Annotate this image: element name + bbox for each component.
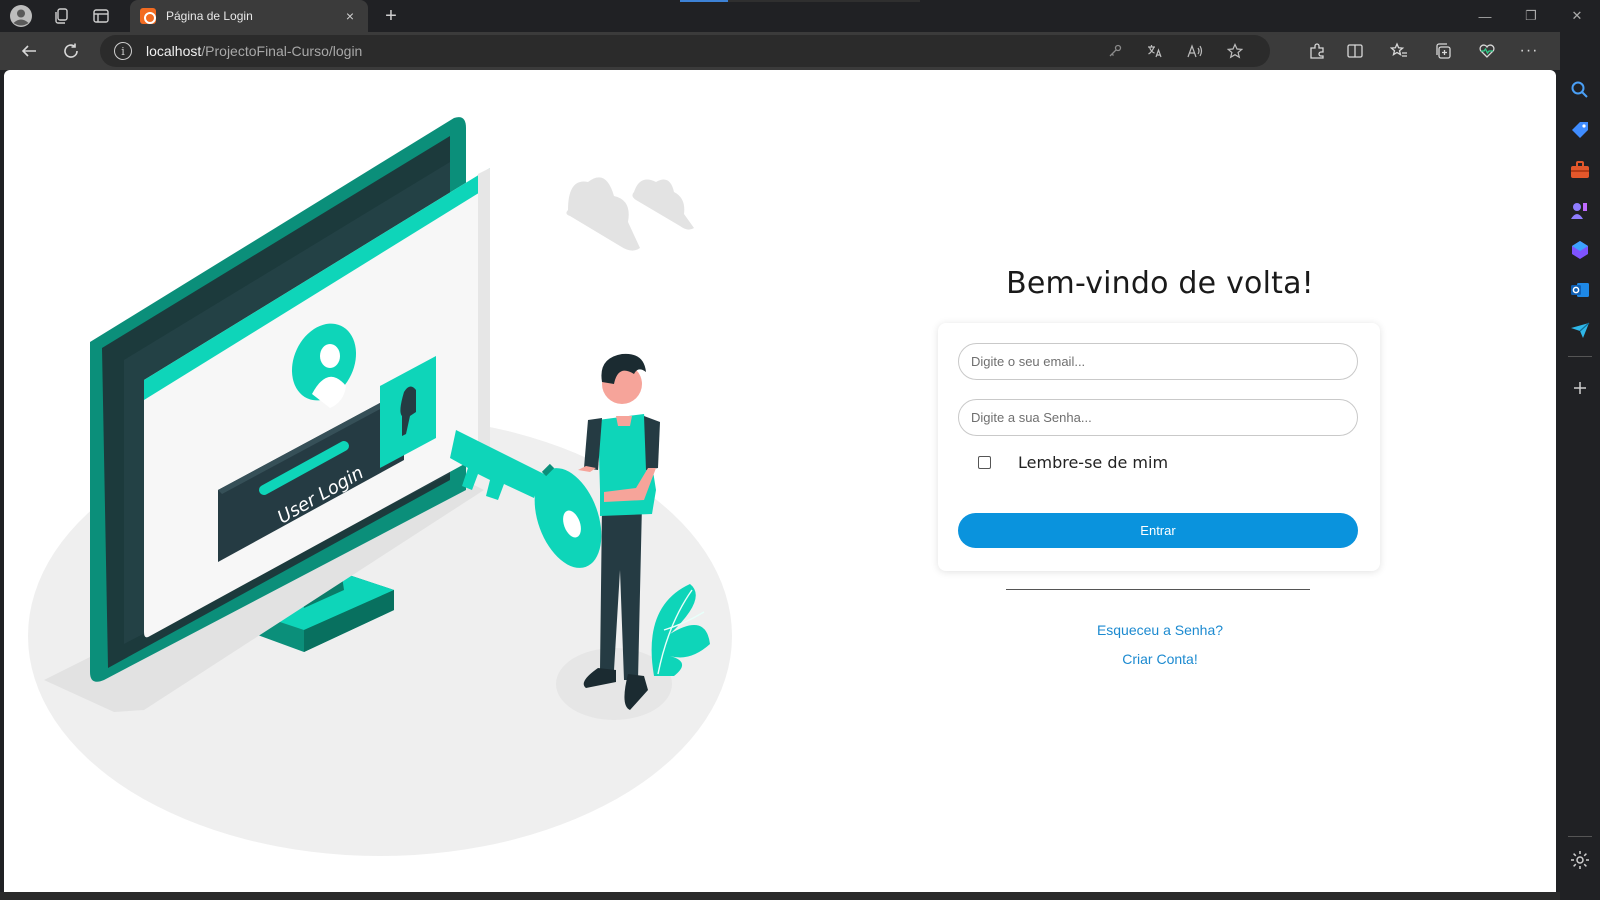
profile-button[interactable] bbox=[6, 4, 36, 28]
performance-icon bbox=[1479, 44, 1495, 58]
settings-icon[interactable] bbox=[1568, 848, 1592, 872]
close-window-button[interactable]: ✕ bbox=[1554, 0, 1600, 32]
read-aloud-icon[interactable] bbox=[1182, 40, 1208, 62]
tab-close-button[interactable]: × bbox=[342, 8, 358, 24]
games-icon[interactable] bbox=[1568, 198, 1592, 222]
minimize-button[interactable]: — bbox=[1462, 0, 1508, 32]
back-button[interactable] bbox=[14, 37, 44, 65]
extensions-button[interactable] bbox=[1302, 37, 1332, 65]
tab-title: Página de Login bbox=[166, 9, 253, 23]
form-divider bbox=[1006, 589, 1310, 590]
favorite-star-icon[interactable] bbox=[1222, 40, 1248, 62]
remember-me-label[interactable]: Lembre-se de mim bbox=[1018, 453, 1168, 472]
vertical-tabs-button[interactable] bbox=[86, 4, 116, 28]
vertical-tabs-icon bbox=[93, 9, 109, 23]
create-account-link[interactable]: Criar Conta! bbox=[944, 651, 1376, 667]
office-icon[interactable] bbox=[1568, 238, 1592, 262]
more-icon: ··· bbox=[1519, 42, 1539, 59]
address-bar[interactable]: i localhost/ProjectoFinal-Curso/login bbox=[100, 35, 1270, 67]
restore-button[interactable]: ❐ bbox=[1508, 0, 1554, 32]
new-tab-button[interactable]: + bbox=[378, 3, 404, 29]
workspaces-icon bbox=[55, 8, 68, 24]
login-submit-button[interactable]: Entrar bbox=[958, 513, 1358, 548]
sidebar-separator bbox=[1568, 356, 1592, 357]
key-icon[interactable] bbox=[1102, 40, 1128, 62]
favorites-button[interactable] bbox=[1384, 37, 1414, 65]
collections-icon bbox=[1436, 43, 1451, 59]
performance-button[interactable] bbox=[1472, 37, 1502, 65]
tab-strip: Página de Login × + — ❐ ✕ bbox=[0, 0, 1600, 32]
login-form-card: Lembre-se de mim Entrar bbox=[938, 323, 1380, 571]
search-icon[interactable] bbox=[1568, 78, 1592, 102]
site-info-icon[interactable]: i bbox=[114, 42, 132, 60]
remember-me-checkbox[interactable] bbox=[978, 456, 991, 469]
remember-me-row: Lembre-se de mim bbox=[978, 453, 1168, 472]
favorites-icon bbox=[1390, 42, 1407, 57]
refresh-icon bbox=[64, 43, 78, 58]
refresh-button[interactable] bbox=[56, 37, 86, 65]
split-screen-icon bbox=[1347, 44, 1363, 58]
email-field[interactable] bbox=[958, 343, 1358, 380]
forgot-password-link[interactable]: Esqueceu a Senha? bbox=[944, 622, 1376, 638]
address-path: /ProjectoFinal-Curso/login bbox=[201, 43, 363, 59]
collections-button[interactable] bbox=[1428, 37, 1458, 65]
send-icon[interactable] bbox=[1568, 318, 1592, 342]
address-host: localhost bbox=[146, 43, 202, 59]
xampp-favicon-icon bbox=[140, 8, 156, 24]
back-icon bbox=[21, 45, 36, 57]
bottom-edge bbox=[0, 892, 1560, 900]
add-icon[interactable] bbox=[1568, 376, 1592, 400]
translate-icon[interactable] bbox=[1142, 40, 1168, 62]
loading-indicator bbox=[680, 0, 920, 2]
login-illustration: User Login bbox=[28, 117, 732, 856]
password-field[interactable] bbox=[958, 399, 1358, 436]
active-tab[interactable]: Página de Login × bbox=[130, 0, 368, 32]
welcome-heading: Bem-vindo de volta! bbox=[1006, 266, 1314, 301]
tools-icon[interactable] bbox=[1568, 158, 1592, 182]
workspaces-button[interactable] bbox=[46, 4, 76, 28]
outlook-icon[interactable] bbox=[1568, 278, 1592, 302]
split-screen-button[interactable] bbox=[1340, 37, 1370, 65]
page-viewport: User Login Bem-vindo de volta! Digite o … bbox=[4, 70, 1556, 892]
profile-icon bbox=[10, 5, 32, 27]
sidebar-separator bbox=[1568, 836, 1592, 837]
extensions-icon bbox=[1310, 43, 1324, 59]
edge-sidebar bbox=[1560, 32, 1600, 900]
shopping-icon[interactable] bbox=[1568, 118, 1592, 142]
browser-toolbar: i localhost/ProjectoFinal-Curso/login ··… bbox=[0, 32, 1560, 70]
more-button[interactable]: ··· bbox=[1514, 37, 1544, 65]
clouds bbox=[566, 177, 694, 251]
